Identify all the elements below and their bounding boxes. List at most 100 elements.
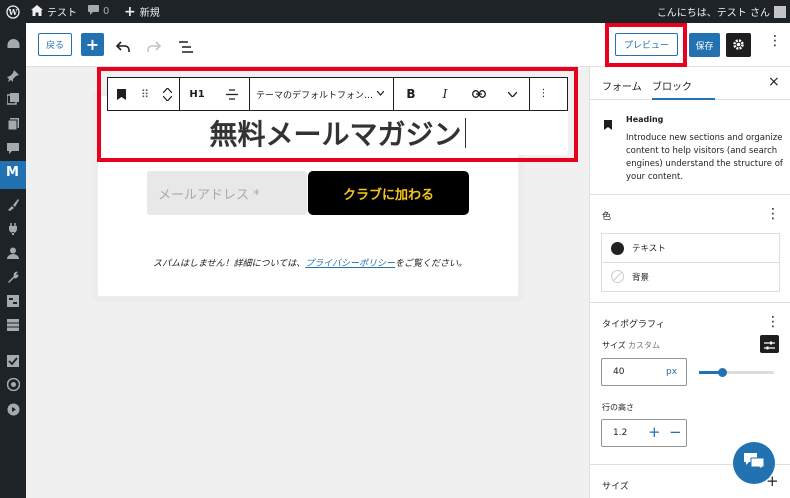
size-label: サイズ [602,341,626,350]
admin-bar: W テスト 0 + 新規 こんにちは、テスト さん [0,0,790,23]
heading-bookmark-icon [604,115,612,134]
chat-support-button[interactable] [733,442,775,484]
italic-button[interactable]: I [428,78,462,110]
comments-link[interactable]: 0 [88,0,109,23]
settings-menu-icon[interactable] [6,294,20,308]
privacy-policy-link[interactable]: プライバシーポリシー [305,259,395,269]
sliders-icon [764,335,775,354]
align-icon[interactable] [214,78,250,110]
plugins-icon[interactable] [6,222,20,236]
more-options-icon[interactable]: ⋮ [768,34,782,48]
plus-icon: + [124,3,136,20]
media-icon[interactable] [6,92,20,106]
spam-suffix: をご覧ください。 [395,259,468,269]
list-view-icon[interactable] [179,38,193,57]
new-content-link[interactable]: + 新規 [124,0,160,23]
user-menu[interactable]: こんにちは、テスト さん [657,0,786,23]
admin-side-menu: M [0,23,26,498]
custom-size-toggle[interactable] [760,335,779,353]
pages-icon[interactable] [6,117,20,131]
font-size-input[interactable]: 40 px [601,358,687,386]
background-color-swatch [611,268,624,287]
move-up-down-icon[interactable] [156,78,180,110]
checklist-icon[interactable] [6,354,20,368]
color-panel: 色 ⋮ テキスト 背景 [590,195,790,303]
table-icon[interactable] [6,318,20,332]
size-custom-label: カスタム [628,341,660,350]
increase-line-height-icon[interactable]: + [648,423,661,441]
play-icon[interactable] [6,402,20,416]
preview-button[interactable]: プレビュー [615,33,678,56]
font-family-value: テーマのデフォルトフォン… [256,90,374,101]
chat-bubble-icon [744,453,765,473]
avatar [774,5,786,18]
color-title: 色 [602,212,612,222]
heading-level-button[interactable]: H1 [180,78,214,110]
font-size-value: 40 [613,367,625,377]
eye-icon[interactable] [6,377,20,391]
line-height-value: 1.2 [613,428,628,438]
line-height-label: 行の高さ [602,403,634,412]
tab-block[interactable]: ブロック [652,78,692,93]
add-block-button[interactable]: + [81,33,104,56]
users-icon[interactable] [6,246,20,260]
font-size-slider[interactable] [699,368,774,377]
decrease-line-height-icon[interactable]: − [669,423,682,441]
block-card: Heading Introduce new sections and organ… [590,100,790,195]
settings-sidebar: フォーム ブロック × Heading Introduce new sectio… [589,67,790,498]
typography-title: タイポグラフィ [602,320,665,330]
back-button[interactable]: 戻る [38,33,72,56]
wordpress-logo-icon[interactable]: W [6,0,20,23]
color-options-icon[interactable]: ⋮ [766,207,780,221]
comment-icon [88,5,99,18]
sidebar-tabs: フォーム ブロック × [590,67,790,100]
save-button[interactable]: 保存 [689,33,720,57]
posts-pin-icon[interactable] [6,69,20,83]
text-cursor [464,118,466,148]
tab-form[interactable]: フォーム [602,78,642,93]
mailpoet-menu-item[interactable]: M [0,161,26,189]
close-icon[interactable]: × [768,74,780,90]
redo-icon[interactable] [147,38,162,57]
heading-text: 無料メールマガジン [209,118,462,151]
greeting-text: こんにちは、テスト さん [656,8,770,19]
color-text-item[interactable]: テキスト [602,234,779,263]
undo-icon[interactable] [115,38,130,57]
text-color-swatch [611,241,624,255]
home-icon [31,4,43,19]
color-text-label: テキスト [632,244,666,254]
email-input[interactable]: メールアドレス * [147,171,307,215]
comments-menu-icon[interactable] [6,141,20,155]
font-family-select[interactable]: テーマのデフォルトフォン… [250,78,394,110]
site-name-link[interactable]: テスト [31,0,77,23]
bottom-size-label: サイズ [602,482,629,492]
mailpoet-icon: M [6,165,19,180]
spam-prefix: スパムはしません！詳細については、 [152,259,306,269]
link-icon[interactable] [462,78,496,110]
gear-icon [732,36,745,55]
color-bg-label: 背景 [632,273,650,283]
more-rich-text-chevron-icon[interactable] [496,78,530,110]
block-toolbar: ⠿ H1 テーマのデフォルトフォン… B I ⋮ [107,77,568,111]
typography-panel: タイポグラフィ ⋮ サイズ カスタム 40 px 行の高さ 1.2 + − [590,303,790,465]
typography-options-icon[interactable]: ⋮ [766,315,780,329]
bold-button[interactable]: B [394,78,428,110]
settings-gear-button[interactable] [726,33,751,57]
color-list: テキスト 背景 [601,233,780,292]
appearance-icon[interactable] [6,198,20,212]
dashboard-icon[interactable] [6,37,20,51]
line-height-input[interactable]: 1.2 + − [601,419,687,447]
svg-text:W: W [8,7,19,17]
slider-thumb[interactable] [717,368,727,377]
heading-block[interactable]: 無料メールマガジン [107,111,568,155]
drag-handle-icon[interactable]: ⠿ [134,78,156,110]
join-club-button[interactable]: クラブに加わる [308,171,469,215]
site-name: テスト [47,8,77,19]
tools-icon[interactable] [6,270,20,284]
font-size-unit[interactable]: px [666,367,677,377]
block-description: Introduce new sections and organize cont… [626,133,783,182]
bookmark-icon[interactable] [108,78,134,110]
block-options-icon[interactable]: ⋮ [530,78,557,110]
block-name: Heading [626,115,664,124]
color-background-item[interactable]: 背景 [602,263,779,291]
